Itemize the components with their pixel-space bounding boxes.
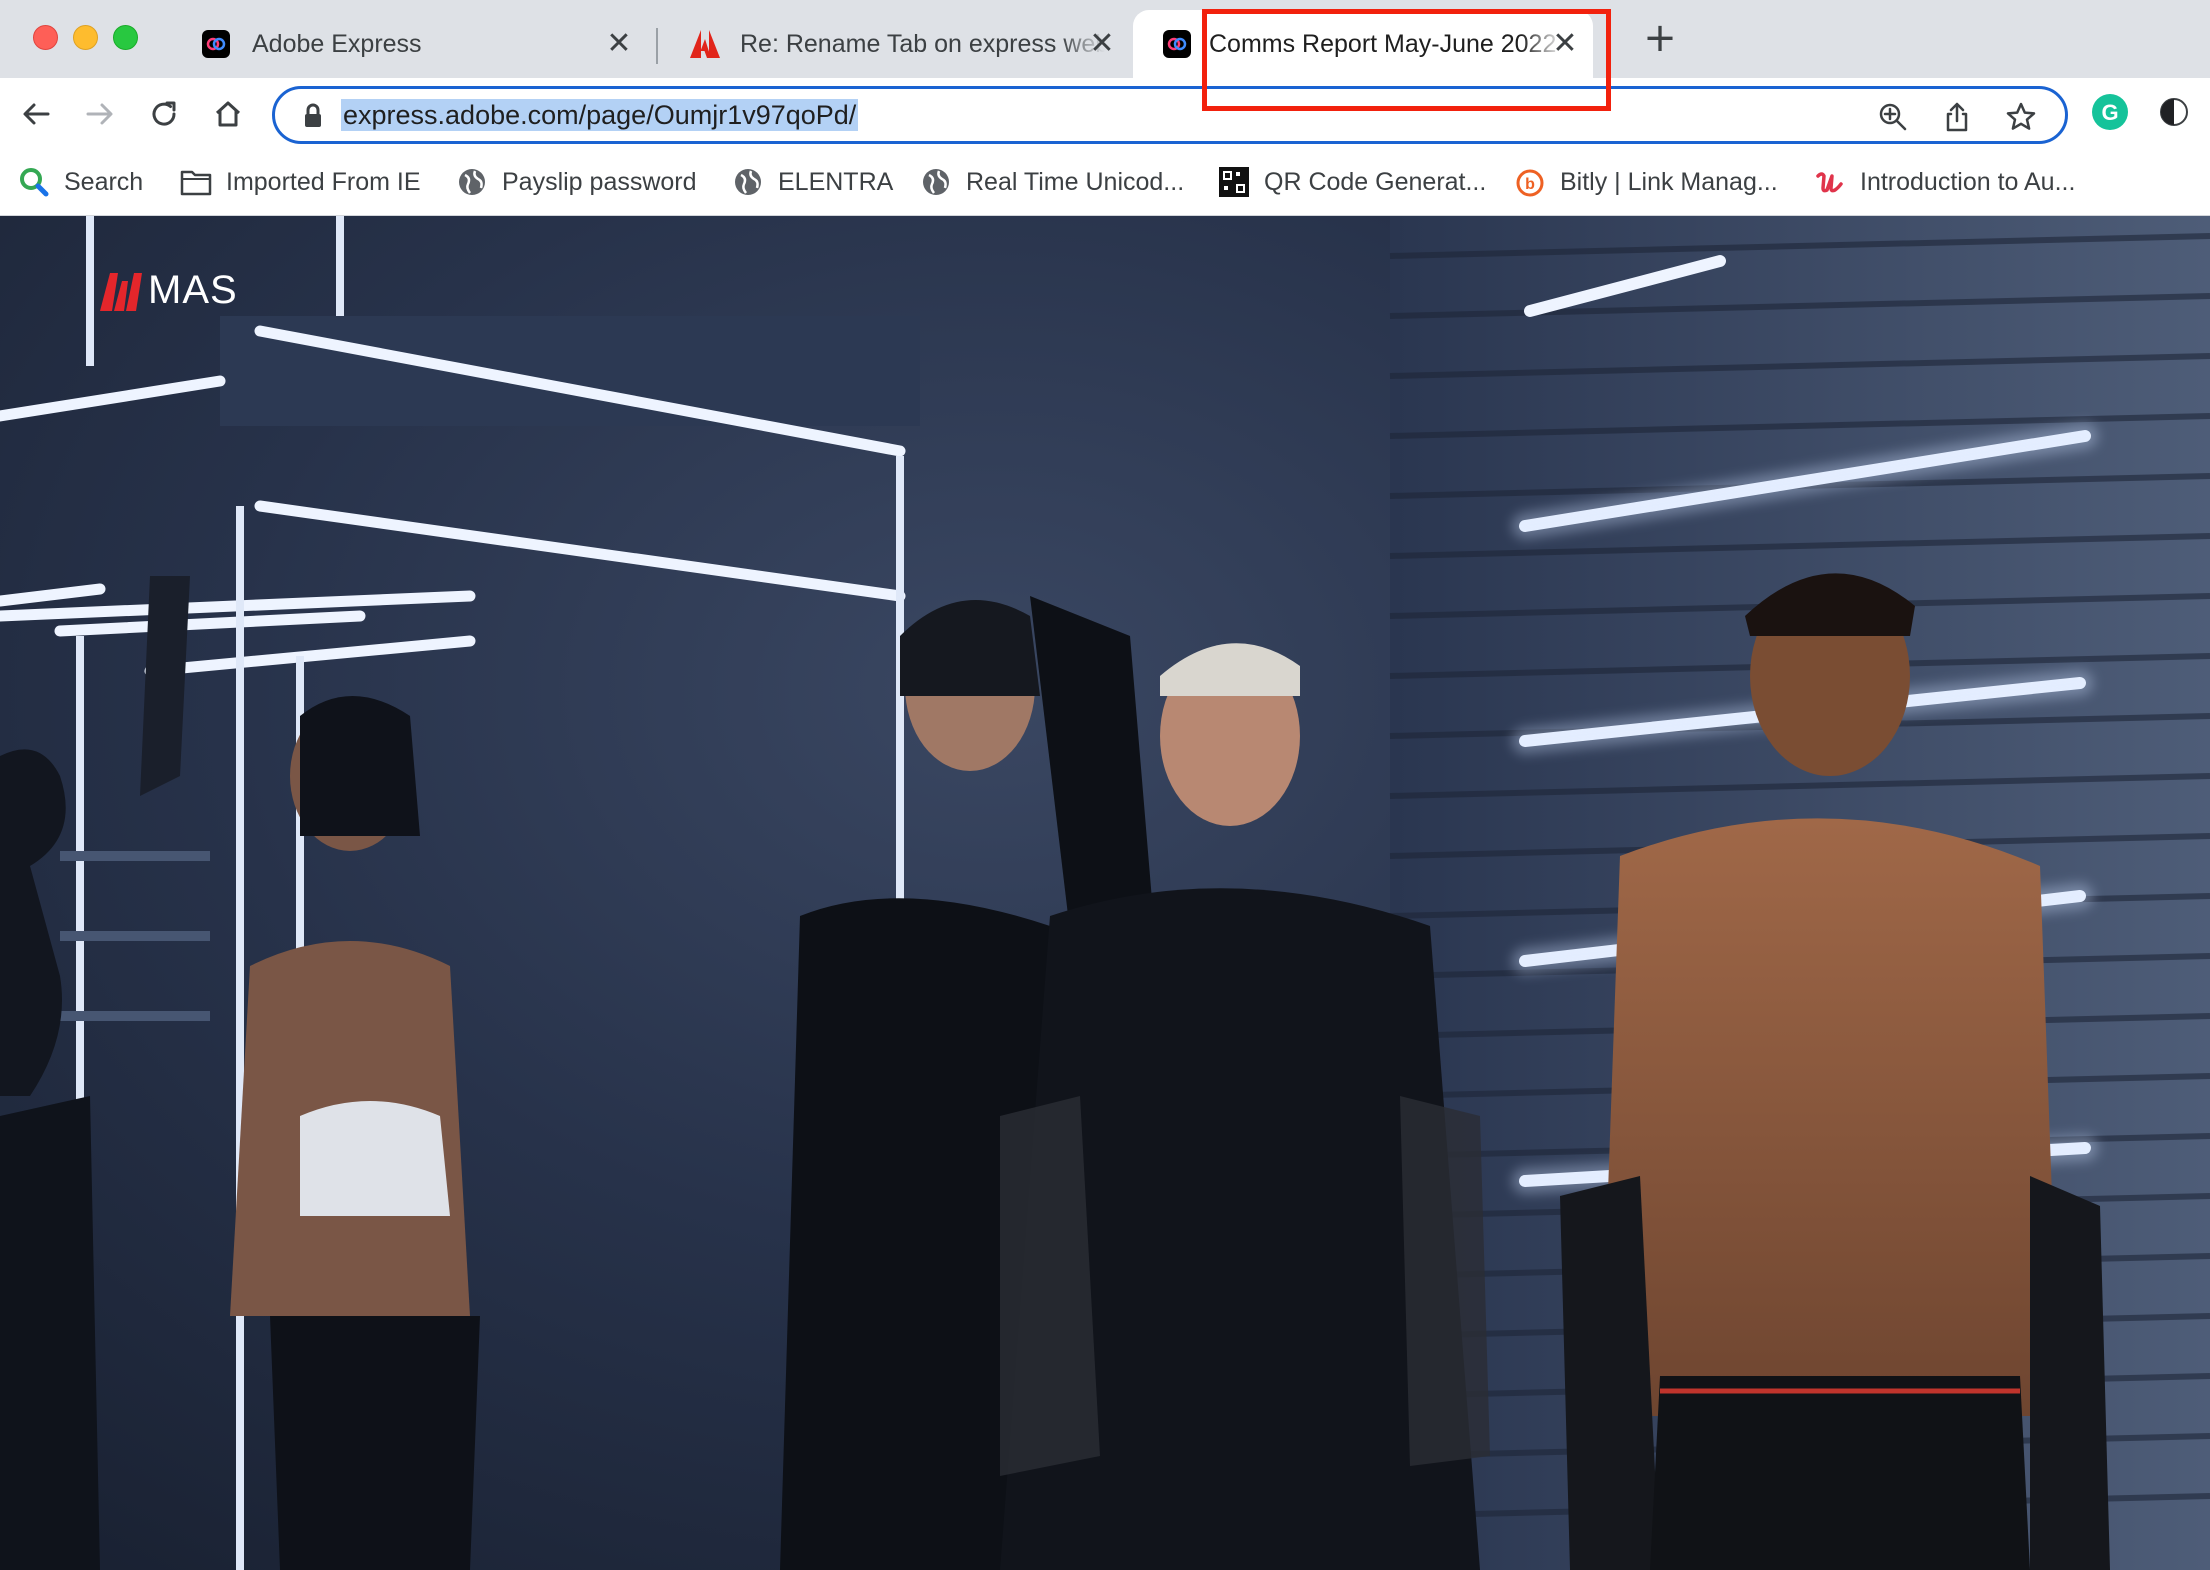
bookmarks-bar: Search Imported From IE Payslip password <box>0 152 2210 216</box>
dark-mode-icon[interactable] <box>2156 94 2192 130</box>
mas-logo-text: MAS <box>148 268 238 312</box>
bookmark-star-icon[interactable] <box>2003 99 2039 135</box>
folder-icon <box>180 166 212 198</box>
bookmark-label: Introduction to Au... <box>1860 167 2076 196</box>
tab-separator <box>656 28 658 64</box>
tab-title: Adobe Express <box>252 29 422 58</box>
hero-photo-illustration <box>0 216 2210 1570</box>
bookmark-real-time-unicode[interactable]: Real Time Unicod... <box>920 162 1184 202</box>
bookmark-label: QR Code Generat... <box>1264 167 1487 196</box>
forward-button[interactable] <box>80 94 120 134</box>
adobe-icon <box>690 30 720 58</box>
close-tab-icon[interactable]: ✕ <box>605 29 633 59</box>
bookmark-label: Real Time Unicod... <box>966 167 1185 196</box>
bookmark-label: Payslip password <box>502 167 697 196</box>
globe-icon <box>732 166 764 198</box>
globe-icon <box>920 166 952 198</box>
svg-text:G: G <box>2101 100 2118 125</box>
adobe-express-icon <box>202 30 230 58</box>
back-button[interactable] <box>16 94 56 134</box>
adobe-express-icon <box>1163 30 1191 58</box>
lock-icon <box>305 103 321 127</box>
maximize-window-button[interactable] <box>113 25 138 50</box>
bookmark-label: Search <box>64 167 144 196</box>
minimize-window-button[interactable] <box>73 25 98 50</box>
bookmark-elentra[interactable]: ELENTRA <box>732 162 893 202</box>
u-icon <box>1814 166 1846 198</box>
browser-toolbar: express.adobe.com/page/Oumjr1v97qoPd/ G <box>0 78 2210 152</box>
bookmark-qr-code-generator[interactable]: QR Code Generat... <box>1218 162 1486 202</box>
close-window-button[interactable] <box>33 25 58 50</box>
qr-icon <box>1218 166 1250 198</box>
tab-title: Re: Rename Tab on express web <box>740 29 1105 58</box>
highlight-annotation <box>1202 9 1611 111</box>
grammarly-icon[interactable]: G <box>2092 94 2128 130</box>
mas-logo-mark-icon <box>100 272 142 311</box>
home-icon <box>215 101 241 127</box>
bookmark-label: Bitly | Link Manag... <box>1560 167 1778 196</box>
search-icon <box>18 166 50 198</box>
zoom-icon[interactable] <box>1875 99 1911 135</box>
reload-button[interactable] <box>144 94 184 134</box>
share-icon[interactable] <box>1939 99 1975 135</box>
mas-logo: MAS <box>100 268 238 313</box>
close-tab-icon[interactable]: ✕ <box>1088 29 1116 59</box>
address-bar[interactable]: express.adobe.com/page/Oumjr1v97qoPd/ <box>272 86 2068 144</box>
globe-icon <box>456 166 488 198</box>
svg-text:b: b <box>1525 176 1535 193</box>
tab-strip: Adobe Express ✕ Re: Rename Tab on expres… <box>0 0 2210 78</box>
page-hero-image: MAS <box>0 216 2210 1570</box>
tab-adobe-express[interactable]: Adobe Express ✕ <box>172 10 647 78</box>
tab-rename-tab[interactable]: Re: Rename Tab on express web ✕ <box>660 10 1130 78</box>
url-text[interactable]: express.adobe.com/page/Oumjr1v97qoPd/ <box>341 99 859 131</box>
bookmark-label: ELENTRA <box>778 167 894 196</box>
bitly-icon: b <box>1514 166 1546 198</box>
bookmark-payslip-password[interactable]: Payslip password <box>456 162 697 202</box>
arrow-right-icon <box>86 103 113 125</box>
reload-icon <box>152 101 176 126</box>
bookmark-search[interactable]: Search <box>18 162 143 202</box>
bookmark-imported-from-ie[interactable]: Imported From IE <box>180 162 421 202</box>
home-button[interactable] <box>208 94 248 134</box>
new-tab-button[interactable]: + <box>1643 18 1677 58</box>
bookmark-introduction-to-au[interactable]: Introduction to Au... <box>1814 162 2075 202</box>
bookmark-bitly[interactable]: b Bitly | Link Manag... <box>1514 162 1778 202</box>
bookmark-label: Imported From IE <box>226 167 421 196</box>
arrow-left-icon <box>23 103 50 125</box>
